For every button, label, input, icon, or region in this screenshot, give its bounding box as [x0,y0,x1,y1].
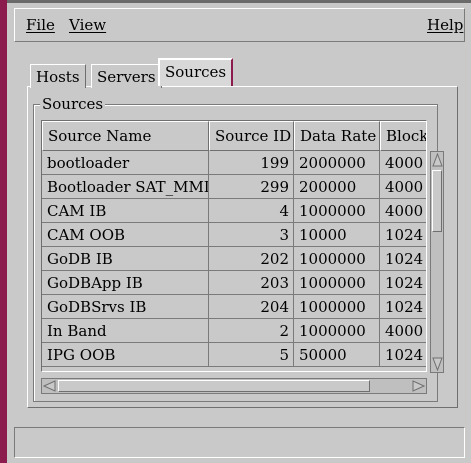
vertical-scroll-thumb[interactable] [432,170,442,232]
cell-source-id: 202 [209,247,294,271]
cell-source-name: CAM OOB [42,223,209,247]
table-row[interactable]: Bootloader SAT_MMDs 299 200000 4000 [42,175,426,199]
table-row[interactable]: GoDBSrvs IB 204 1000000 1024 [42,295,426,319]
table-row[interactable]: CAM OOB 3 10000 1024 [42,223,426,247]
cell-block: 1024 [380,247,426,271]
table-row[interactable]: CAM IB 4 1000000 4000 [42,199,426,223]
menu-bar: File View Help [14,8,465,42]
scroll-left-arrow-icon[interactable] [43,380,56,392]
status-bar [14,427,465,458]
cell-block: 4000 [380,151,426,175]
cell-data-rate: 1000000 [294,247,380,271]
cell-block: 1024 [380,343,426,367]
cell-source-id: 199 [209,151,294,175]
cell-source-name: GoDBSrvs IB [42,295,209,319]
scroll-up-arrow-icon[interactable] [432,153,443,167]
cell-block: 1024 [380,271,426,295]
column-header-block[interactable]: Block [380,121,426,151]
cell-source-name: GoDB IB [42,247,209,271]
cell-data-rate: 50000 [294,343,380,367]
table-row[interactable]: GoDBApp IB 203 1000000 1024 [42,271,426,295]
cell-data-rate: 2000000 [294,151,380,175]
cell-data-rate: 10000 [294,223,380,247]
table-row[interactable]: IPG OOB 5 50000 1024 [42,343,426,367]
column-header-source-name[interactable]: Source Name [42,121,209,151]
vertical-scrollbar[interactable] [430,151,444,373]
horizontal-scroll-thumb[interactable] [58,380,370,392]
cell-data-rate: 1000000 [294,319,380,343]
table-row[interactable]: In Band 2 1000000 4000 [42,319,426,343]
cell-block: 4000 [380,199,426,223]
tab-servers[interactable]: Servers [91,64,162,88]
tab-sources[interactable]: Sources [158,58,234,86]
cell-source-id: 204 [209,295,294,319]
table-row[interactable]: bootloader 199 2000000 4000 [42,151,426,175]
window-left-border [0,0,7,463]
cell-source-id: 299 [209,175,294,199]
menu-file[interactable]: File [26,16,55,34]
cell-block: 1024 [380,295,426,319]
cell-data-rate: 1000000 [294,199,380,223]
tab-hosts[interactable]: Hosts [30,64,86,88]
cell-data-rate: 200000 [294,175,380,199]
cell-block: 4000 [380,175,426,199]
horizontal-scrollbar[interactable] [41,378,427,394]
cell-data-rate: 1000000 [294,271,380,295]
cell-source-name: IPG OOB [42,343,209,367]
menu-view[interactable]: View [69,16,106,34]
cell-source-name: bootloader [42,151,209,175]
cell-source-id: 5 [209,343,294,367]
column-header-source-id[interactable]: Source ID [209,121,294,151]
cell-block: 4000 [380,319,426,343]
cell-source-name: GoDBApp IB [42,271,209,295]
cell-source-id: 2 [209,319,294,343]
window-top-border [0,0,471,3]
cell-source-id: 4 [209,199,294,223]
cell-source-name: CAM IB [42,199,209,223]
cell-source-id: 203 [209,271,294,295]
cell-source-id: 3 [209,223,294,247]
menu-help[interactable]: Help [427,16,463,34]
table-row[interactable]: GoDB IB 202 1000000 1024 [42,247,426,271]
cell-source-name: Bootloader SAT_MMDs [42,175,209,199]
cell-data-rate: 1000000 [294,295,380,319]
column-header-data-rate[interactable]: Data Rate [294,121,380,151]
application-window: File View Help Hosts Servers Sources Sou… [0,0,471,463]
scroll-right-arrow-icon[interactable] [412,380,425,392]
sources-group-title: Sources [40,95,106,113]
scroll-down-arrow-icon[interactable] [432,357,443,371]
cell-source-name: In Band [42,319,209,343]
cell-block: 1024 [380,223,426,247]
sources-table: Source Name Source ID Data Rate Block bo… [41,120,427,372]
